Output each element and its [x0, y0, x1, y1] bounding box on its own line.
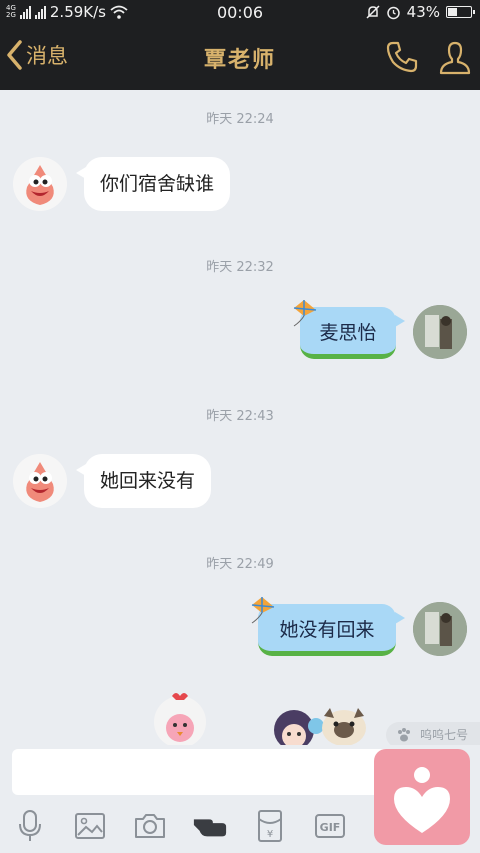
message-bubble-outgoing[interactable]: 她没有回来: [258, 604, 405, 656]
kite-icon: [293, 300, 317, 327]
red-packet-icon: ¥: [258, 810, 282, 842]
gif-icon: GIF: [315, 814, 345, 838]
message-input[interactable]: [12, 749, 392, 795]
timestamp: 昨天 22:24: [206, 112, 274, 127]
message-bubble-incoming[interactable]: 你们宿舍缺谁: [75, 157, 231, 211]
camera-icon: [135, 814, 165, 838]
pointing-hand-icon: [193, 819, 227, 837]
voice-button[interactable]: [12, 808, 48, 844]
battery-percent: 43%: [406, 3, 440, 21]
red-packet-button[interactable]: ¥: [252, 808, 288, 844]
microphone-icon: [19, 810, 41, 841]
yuan-symbol: ¥: [267, 829, 273, 840]
paw-icon: [398, 728, 410, 742]
camera-button[interactable]: [132, 808, 168, 844]
status-bar: 4G 2G 2.59K/s 00:06 43%: [0, 0, 480, 26]
message-list[interactable]: 昨天 22:24 你们宿舍缺谁 昨天 22:32 麦思怡 昨天 22:43 她回…: [0, 90, 480, 690]
phone-icon[interactable]: [385, 40, 419, 74]
gif-label: GIF: [320, 821, 341, 834]
photo-button[interactable]: [72, 808, 108, 844]
message-bubble-incoming[interactable]: 她回来没有: [75, 454, 212, 508]
battery-fill: [448, 8, 458, 16]
timestamp: 昨天 22:43: [206, 409, 274, 424]
timestamp: 昨天 22:32: [206, 260, 274, 275]
battery-icon: [446, 6, 475, 18]
avatar-me[interactable]: [413, 602, 467, 656]
avatar-me[interactable]: [413, 305, 467, 359]
profile-icon[interactable]: [438, 40, 472, 76]
timestamp: 昨天 22:49: [206, 557, 274, 572]
sticker-hint-label: 呜呜七号: [420, 728, 469, 742]
chat-header: 消息 覃老师: [0, 26, 480, 90]
image-icon: [75, 813, 105, 839]
floating-heart-button[interactable]: [374, 749, 470, 845]
avatar-teacher[interactable]: [13, 157, 67, 211]
kite-icon: [251, 597, 275, 624]
poke-button[interactable]: [192, 808, 228, 844]
silent-icon: [366, 4, 380, 19]
alarm-icon: [386, 6, 400, 19]
sticker-pug[interactable]: [318, 700, 370, 748]
avatar-teacher[interactable]: [13, 454, 67, 508]
gif-button[interactable]: GIF: [312, 808, 348, 844]
sticker-chicken[interactable]: [150, 692, 210, 748]
heart-person-icon: [394, 767, 450, 833]
